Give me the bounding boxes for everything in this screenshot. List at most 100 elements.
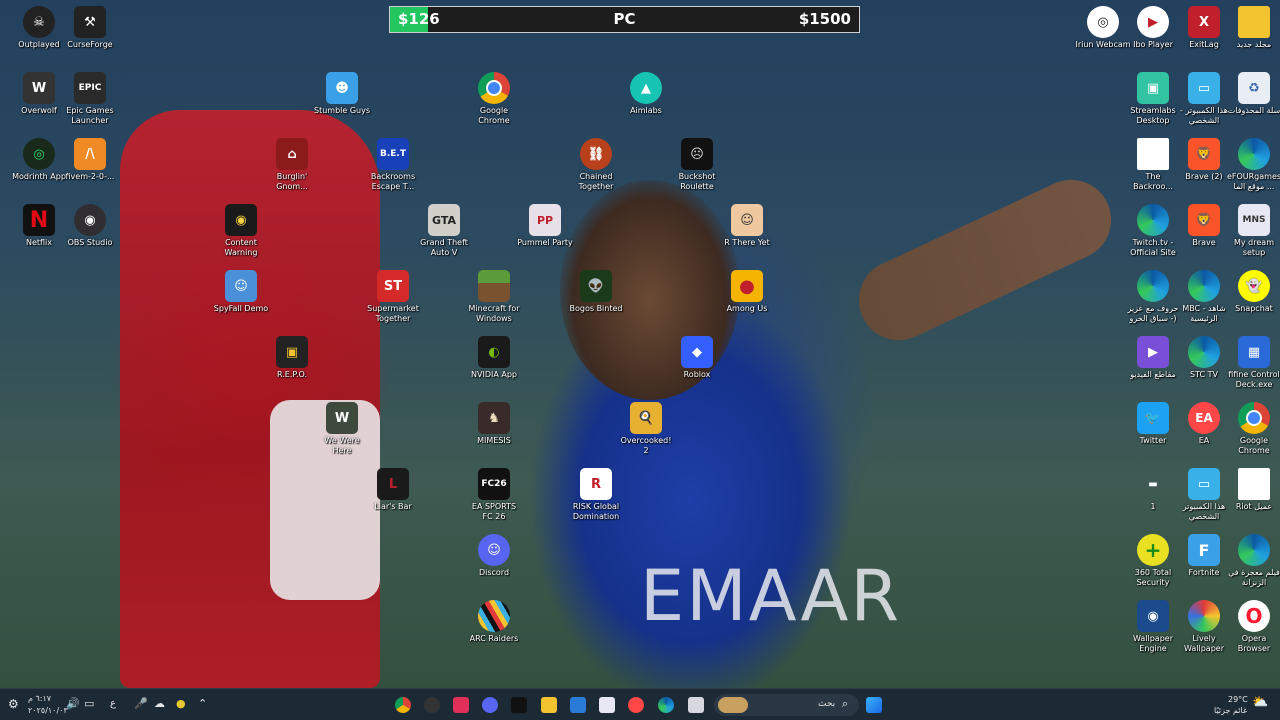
taskbar-tiktok-icon[interactable] — [511, 697, 527, 713]
windows-start-icon[interactable] — [866, 697, 882, 713]
desktop-icon-new-folder[interactable]: مجلد جديد — [1226, 6, 1280, 50]
desktop-icon-aimlabs[interactable]: ▲ Aimlabs — [618, 72, 674, 116]
desktop-icon-google-chrome-mid[interactable]: Google Chrome — [466, 72, 522, 126]
desktop-icon-twitch[interactable]: Twitch.tv - Official Site — [1125, 204, 1181, 258]
desktop-icon-epic-games[interactable]: EPIC Epic Games Launcher — [62, 72, 118, 126]
network-icon[interactable]: ▭ — [84, 697, 94, 710]
desktop-icon-supermarket[interactable]: ST Supermarket Together — [365, 270, 421, 324]
desktop-icon-netflix[interactable]: N Netflix — [11, 204, 67, 248]
desktop-icon-videos[interactable]: ▶ مقاطع الفيديو — [1125, 336, 1181, 380]
desktop-icon-roblox[interactable]: ◆ Roblox — [669, 336, 725, 380]
lively-wallpaper-icon — [1188, 600, 1220, 632]
desktop-icon-risk[interactable]: R RISK Global Domination — [568, 468, 624, 522]
desktop-icon-brave[interactable]: 🦁 Brave — [1176, 204, 1232, 248]
desktop-icon-lively-wallpaper[interactable]: Lively Wallpaper — [1176, 600, 1232, 654]
desktop-icon-streamlabs[interactable]: ▣ Streamlabs Desktop — [1125, 72, 1181, 126]
desktop-icon-outplayed[interactable]: ☠ Outplayed — [11, 6, 67, 50]
tray-app-icon-2[interactable]: ● — [176, 697, 186, 710]
weather-desc[interactable]: غائم جزئيًا — [1214, 706, 1247, 715]
desktop-icon-efourgames[interactable]: eFOURgames موقع الما ... — [1226, 138, 1280, 192]
taskbar-file-explorer-icon[interactable] — [541, 697, 557, 713]
taskbar-search[interactable]: بحث ⌕ — [714, 694, 859, 716]
desktop-icon-stc-tv[interactable]: STC TV — [1176, 336, 1232, 380]
desktop-icon-arc-raiders[interactable]: ARC Raiders — [466, 600, 522, 644]
desktop-icon-modrinth[interactable]: ◎ Modrinth App — [11, 138, 67, 182]
desktop-icon-overcooked[interactable]: 🍳 Overcooked! 2 — [618, 402, 674, 456]
desktop-icon-wallpaper-engine[interactable]: ◉ Wallpaper Engine — [1125, 600, 1181, 654]
desktop-icon-360-total-security[interactable]: + 360 Total Security — [1125, 534, 1181, 588]
desktop-icon-liars-bar[interactable]: L Liar's Bar — [365, 468, 421, 512]
desktop-icon-we-were-here[interactable]: W We Were Here — [314, 402, 370, 456]
desktop-icon-one[interactable]: ▬ 1 — [1125, 468, 1181, 512]
settings-icon[interactable]: ⚙ — [8, 697, 19, 711]
desktop-icon-fc26[interactable]: FC26 EA SPORTS FC 26 — [466, 468, 522, 522]
desktop-icon-ea[interactable]: EA EA — [1176, 402, 1232, 446]
desktop-icon-this-pc-2[interactable]: ▭ هذا الكمبيوتر الشخصي — [1176, 468, 1232, 522]
taskbar-steam-icon[interactable] — [424, 697, 440, 713]
taskbar-chrome-icon[interactable] — [395, 697, 411, 713]
desktop-icon-ibo-player[interactable]: ▶ Ibo Player — [1125, 6, 1181, 50]
clock-date[interactable]: ٢٠٢٥/١٠/٠٣ — [28, 706, 68, 715]
desktop-icon-exitlag[interactable]: X ExitLag — [1176, 6, 1232, 50]
ibo-player-icon: ▶ — [1137, 6, 1169, 38]
taskbar-ea-icon[interactable] — [628, 697, 644, 713]
snapchat-icon: 👻 — [1238, 270, 1270, 302]
desktop-icon-letters-aziz[interactable]: حروف مع عزيز - سباق الحرو) — [1125, 270, 1181, 324]
taskbar-tiktok-studio-icon[interactable] — [453, 697, 469, 713]
desktop-icon-shahid[interactable]: MBC - شاهد الرئيسية — [1176, 270, 1232, 324]
desktop-icon-this-pc[interactable]: ▭ هذا الكمبيوتر - الشخصي — [1176, 72, 1232, 126]
taskbar-mail-icon[interactable] — [570, 697, 586, 713]
desktop-icon-gta-v[interactable]: GTA Grand Theft Auto V — [416, 204, 472, 258]
desktop-icon-obs[interactable]: ◉ OBS Studio — [62, 204, 118, 248]
desktop-icon-twitter[interactable]: 🐦 Twitter — [1125, 402, 1181, 446]
desktop-icon-discord[interactable]: ☺ Discord — [466, 534, 522, 578]
chevron-up-icon[interactable]: ⌃ — [198, 697, 207, 710]
tray-app-icon[interactable]: ☁ — [154, 697, 165, 710]
desktop-icon-snapchat[interactable]: 👻 Snapchat — [1226, 270, 1280, 314]
desktop-icon-brave-2[interactable]: 🦁 Brave (2) — [1176, 138, 1232, 182]
taskbar-discord-icon[interactable] — [482, 697, 498, 713]
desktop-icon-burglin-gnomes[interactable]: ⌂ Burglin' Gnom... — [264, 138, 320, 192]
microphone-icon[interactable]: 🎤 — [134, 697, 148, 710]
desktop-icon-minecraft[interactable]: Minecraft for Windows — [466, 270, 522, 324]
desktop-icon-google-chrome-right[interactable]: Google Chrome — [1226, 402, 1280, 456]
desktop-icon-backrooms-escape[interactable]: B.E.T Backrooms Escape T... — [365, 138, 421, 192]
weather-temp[interactable]: 29°C — [1228, 695, 1248, 704]
desktop-icon-fortnite[interactable]: F Fortnite — [1176, 534, 1232, 578]
desktop-icon-opera[interactable]: O Opera Browser — [1226, 600, 1280, 654]
brave-icon: 🦁 — [1188, 138, 1220, 170]
desktop-icon-nvidia[interactable]: ◐ NVIDIA App — [466, 336, 522, 380]
desktop-icon-chained-together[interactable]: ⛓ Chained Together — [568, 138, 624, 192]
desktop-icon-fivem[interactable]: /\ fivem-2-0-... — [62, 138, 118, 182]
desktop-icon-among-us[interactable]: ● Among Us — [719, 270, 775, 314]
desktop-icon-my-dream-setup[interactable]: MNS My dream setup — [1226, 204, 1280, 258]
desktop-icon-riot[interactable]: Riot عميل — [1226, 468, 1280, 512]
desktop-icon-backrooms-file[interactable]: The Backroo... — [1125, 138, 1181, 192]
desktop-icon-curseforge[interactable]: ⚒ CurseForge — [62, 6, 118, 50]
taskbar-edge-icon[interactable] — [658, 697, 674, 713]
desktop-icon-pummel-party[interactable]: PP Pummel Party — [517, 204, 573, 248]
edge-icon — [1188, 336, 1220, 368]
chrome-icon — [1238, 402, 1270, 434]
volume-icon[interactable]: 🔊 — [66, 697, 80, 710]
desktop-icon-repo[interactable]: ▣ R.E.P.O. — [264, 336, 320, 380]
desktop-icon-overwolf[interactable]: W Overwolf — [11, 72, 67, 116]
desktop-icon-miracle-movie[interactable]: فيلم معجزة في الزنزانة — [1226, 534, 1280, 588]
desktop-icon-iriun-webcam[interactable]: ◎ Iriun Webcam — [1075, 6, 1131, 50]
pummel-party-icon: PP — [529, 204, 561, 236]
desktop-icon-bogos-binted[interactable]: 👽 Bogos Binted — [568, 270, 624, 314]
desktop-icon-spyfall[interactable]: ☺ SpyFall Demo — [213, 270, 269, 314]
taskbar-window-icon[interactable] — [688, 697, 704, 713]
language-indicator[interactable]: ع — [110, 698, 116, 709]
desktop-icon-stumble-guys[interactable]: ☻ Stumble Guys — [314, 72, 370, 116]
desktop-icon-r-there-yet[interactable]: ☺ R There Yet — [719, 204, 775, 248]
weather-cloud-icon[interactable]: ⛅ — [1252, 695, 1268, 710]
fc26-icon: FC26 — [478, 468, 510, 500]
desktop-icon-buckshot-roulette[interactable]: ☹ Buckshot Roulette — [669, 138, 725, 192]
desktop-icon-fifine[interactable]: ▦ fifine Control Deck.exe — [1226, 336, 1280, 390]
desktop-icon-content-warning[interactable]: ◉ Content Warning — [213, 204, 269, 258]
taskbar-store-icon[interactable] — [599, 697, 615, 713]
desktop-icon-recycle-bin[interactable]: ♻ سلة المحذوفات — [1226, 72, 1280, 116]
clock-time[interactable]: ٦:١٧ م — [28, 694, 51, 703]
desktop-icon-mimesis[interactable]: ♞ MIMESIS — [466, 402, 522, 446]
